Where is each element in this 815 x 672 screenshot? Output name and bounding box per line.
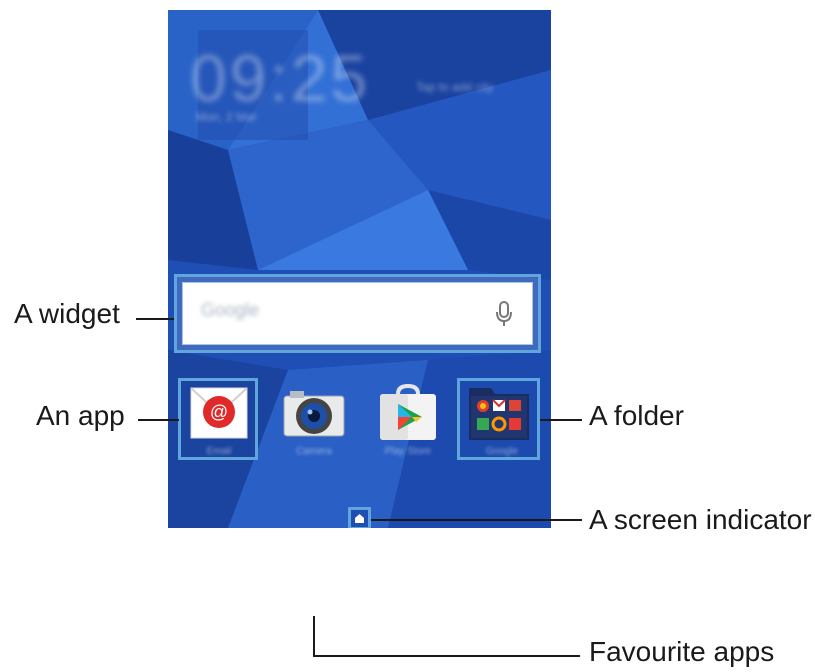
callout-widget-line	[136, 318, 174, 320]
home-screen: 09:25 Mon, 2 Mar Tap to add city Google …	[168, 10, 551, 528]
callout-screen-indicator-line	[371, 519, 582, 521]
screen-indicator[interactable]	[348, 507, 371, 528]
svg-text:@: @	[210, 402, 228, 422]
folder-icon[interactable]	[465, 380, 533, 444]
app-label-email: Email	[206, 446, 232, 457]
callout-app-line	[138, 419, 179, 421]
callout-favourites-vline	[313, 616, 315, 656]
callout-favourite-apps: Favourite apps	[589, 636, 775, 667]
app-label-play-store: Play Store	[384, 446, 432, 457]
camera-icon[interactable]	[280, 380, 348, 444]
date: Mon, 2 Mar	[196, 110, 257, 124]
mic-icon[interactable]	[494, 299, 514, 329]
callout-folder-line	[540, 419, 582, 421]
weather-hint[interactable]: Tap to add city	[416, 80, 493, 94]
email-icon[interactable]: @	[185, 380, 253, 444]
clock: 09:25	[190, 41, 371, 115]
app-label-camera: Camera	[296, 446, 332, 457]
app-label-folder: Google	[485, 446, 519, 457]
callout-favourites-line	[313, 655, 580, 657]
widget-highlight: Google	[174, 274, 541, 353]
callout-folder: A folder	[589, 400, 684, 431]
search-text: Google	[201, 300, 260, 320]
callout-widget: A widget	[14, 298, 120, 329]
home-indicator-icon	[355, 514, 364, 523]
callout-screen-indicator: A screen indicator	[589, 504, 812, 535]
callout-app: An app	[36, 400, 125, 431]
google-search-widget[interactable]: Google	[182, 282, 533, 345]
play-store-icon[interactable]	[374, 380, 442, 444]
